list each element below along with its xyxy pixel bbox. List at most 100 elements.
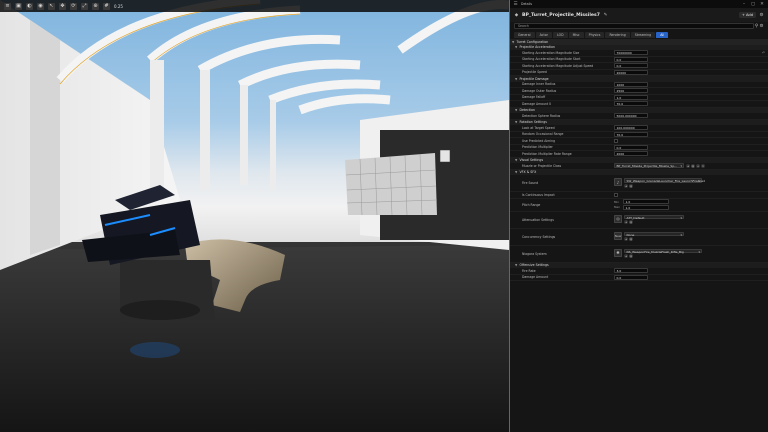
add-component-button[interactable]: + Add xyxy=(738,12,756,18)
reset-icon[interactable]: ↶ xyxy=(762,51,765,55)
edit-icon[interactable]: ✎ xyxy=(603,13,608,18)
search-input[interactable]: Search xyxy=(514,23,754,29)
property-value[interactable]: 0.0 xyxy=(614,56,648,62)
property-value[interactable]: 100.000000 xyxy=(614,125,648,130)
property-label: Prediction Multiplier Rate Range xyxy=(522,151,572,156)
property-label: Damage Outer Radius xyxy=(522,88,557,93)
editor-window: ≡ ▣ ◐ ◉ ↖ ✥ ⟳ ⤢ ⊕ # 0.25 ☰ Details – ▢ ✕… xyxy=(0,0,768,432)
asset-actions: ◂ ▤ xyxy=(624,220,684,225)
select-mode-icon[interactable]: ↖ xyxy=(48,2,55,10)
clear-icon[interactable]: × xyxy=(701,163,705,168)
fire-sound-dropdown[interactable]: SW_Weapon_GrenadeLauncher_Fire_LaunchFir… xyxy=(624,178,705,183)
scale-mode-icon[interactable]: ⤢ xyxy=(81,2,88,10)
property-row: Pitch Range Min 1.0 Max 1.0 xyxy=(510,199,768,212)
lit-mode-icon[interactable]: ◐ xyxy=(26,2,33,10)
minimize-icon[interactable]: – xyxy=(741,2,747,7)
details-tab-title[interactable]: Details xyxy=(521,2,532,6)
attenuation-dropdown[interactable]: ATT_Default xyxy=(624,214,684,219)
property-value[interactable]: 20000 xyxy=(614,69,648,75)
browse-icon[interactable]: ◂ xyxy=(624,237,628,242)
property-row: Muzzle or Projectile Class BP_Turret_Mis… xyxy=(510,163,768,170)
browse-icon[interactable]: ◂ xyxy=(624,183,628,188)
move-mode-icon[interactable]: ✥ xyxy=(59,2,66,10)
scene-render[interactable] xyxy=(0,0,509,432)
tab-misc[interactable]: Misc xyxy=(568,32,584,38)
property-label: Attenuation Settings xyxy=(522,217,554,222)
niagara-asset: ✺ NS_WeaponFire_MuzzleFlash_Rifle_Big ◂ … xyxy=(614,248,702,259)
property-value[interactable]: 0.0 xyxy=(614,144,648,150)
property-label: Pitch Range xyxy=(522,202,541,207)
property-row: Fire Sound ♪ SW_Weapon_GrenadeLauncher_F… xyxy=(510,175,768,192)
browse-icon[interactable]: ◂ xyxy=(686,163,690,168)
grid-snap-icon[interactable]: # xyxy=(103,2,110,10)
add-icon[interactable]: + xyxy=(696,163,700,168)
blueprint-options-icon[interactable]: ⚙ xyxy=(759,13,764,18)
rotate-mode-icon[interactable]: ⟳ xyxy=(70,2,77,10)
chevron-down-icon: ▼ xyxy=(515,158,518,163)
folder-icon[interactable]: ▤ xyxy=(629,254,633,259)
property-value[interactable]: 1000 xyxy=(614,81,648,87)
tab-lod[interactable]: LOD xyxy=(552,32,568,38)
details-tab-icon: ☰ xyxy=(513,1,518,7)
tab-actor[interactable]: Actor xyxy=(535,32,552,38)
search-row: Search ⚲ ⚙ xyxy=(510,22,768,30)
tab-physics[interactable]: Physics xyxy=(584,32,605,38)
pitch-max-value[interactable]: 1.0 xyxy=(623,205,669,210)
maximize-icon[interactable]: ▢ xyxy=(750,2,756,7)
level-viewport[interactable]: ≡ ▣ ◐ ◉ ↖ ✥ ⟳ ⤢ ⊕ # 0.25 xyxy=(0,0,509,432)
asset-actions: ◂ ▤ xyxy=(624,237,684,242)
tab-rendering[interactable]: Rendering xyxy=(605,32,630,38)
section-title: Detection xyxy=(519,108,536,113)
chevron-down-icon: ▼ xyxy=(515,45,518,50)
property-value[interactable]: 5000.000000 xyxy=(614,113,648,118)
perspective-icon[interactable]: ▣ xyxy=(15,2,22,10)
property-label: Muzzle or Projectile Class xyxy=(522,163,562,168)
property-value[interactable]: 0.0 xyxy=(614,63,648,68)
details-panel: ☰ Details – ▢ ✕ ◆ BP_Turret_Projectile_M… xyxy=(509,0,768,432)
settings-icon[interactable]: ⚙ xyxy=(759,24,764,29)
property-label: Fire Sound xyxy=(522,181,539,185)
niagara-dropdown[interactable]: NS_WeaponFire_MuzzleFlash_Rifle_Big xyxy=(624,248,702,253)
property-label: Damage Amount xyxy=(522,275,549,280)
property-row: Damage Amount 0 70.0 xyxy=(510,101,768,108)
continuous-impact-checkbox[interactable] xyxy=(614,192,618,197)
property-value[interactable]: 0.0 xyxy=(614,274,648,280)
close-icon[interactable]: ✕ xyxy=(759,2,765,7)
property-value[interactable]: 70.0 xyxy=(614,101,648,106)
blueprint-name: BP_Turret_Projectile_Missiles7 xyxy=(522,12,600,18)
folder-icon[interactable]: ▤ xyxy=(629,237,633,242)
property-value[interactable]: 3.0 xyxy=(614,268,648,273)
panel-titlebar: ☰ Details – ▢ ✕ xyxy=(510,0,768,8)
property-value[interactable]: 70000000 xyxy=(614,50,648,55)
section-title: Projectile Acceleration xyxy=(519,45,555,50)
predicted-aiming-checkbox[interactable] xyxy=(614,138,618,143)
projectile-class-dropdown[interactable]: BP_Turret_Missile_Projectile_Missile_Sp.… xyxy=(614,163,684,168)
pitch-min-value[interactable]: 1.0 xyxy=(623,199,669,204)
pitch-range: Min 1.0 Max 1.0 xyxy=(614,199,669,210)
property-label: Random Occasional Range xyxy=(522,132,564,137)
property-value[interactable]: 2000 xyxy=(614,151,648,156)
chevron-down-icon: ▼ xyxy=(515,108,518,113)
sound-icon: ♪ xyxy=(614,178,622,186)
tab-general[interactable]: General xyxy=(514,32,535,38)
folder-icon[interactable]: ▤ xyxy=(691,163,695,168)
world-local-icon[interactable]: ⊕ xyxy=(92,2,99,10)
show-flags-icon[interactable]: ◉ xyxy=(37,2,44,10)
viewport-menu-icon[interactable]: ≡ xyxy=(4,2,11,10)
folder-icon[interactable]: ▤ xyxy=(629,220,633,225)
snap-value[interactable]: 0.25 xyxy=(114,4,123,9)
property-value[interactable]: 1.0 xyxy=(614,94,648,100)
property-row: Detection Sphere Radius 5000.000000 xyxy=(510,113,768,120)
browse-icon[interactable]: ◂ xyxy=(624,254,628,259)
property-value[interactable]: 70.0 xyxy=(614,131,648,137)
tab-all[interactable]: All xyxy=(656,32,669,38)
grid-panel xyxy=(345,149,451,216)
concurrency-dropdown[interactable]: None xyxy=(624,231,684,236)
tab-streaming[interactable]: Streaming xyxy=(630,32,656,38)
new-concurrency-button[interactable]: New xyxy=(614,231,622,240)
property-row: Prediction Multiplier Rate Range 2000 xyxy=(510,151,768,158)
property-value[interactable]: 2500 xyxy=(614,88,648,93)
left-wall-panel xyxy=(30,20,60,255)
browse-icon[interactable]: ◂ xyxy=(624,220,628,225)
folder-icon[interactable]: ▤ xyxy=(629,183,633,188)
